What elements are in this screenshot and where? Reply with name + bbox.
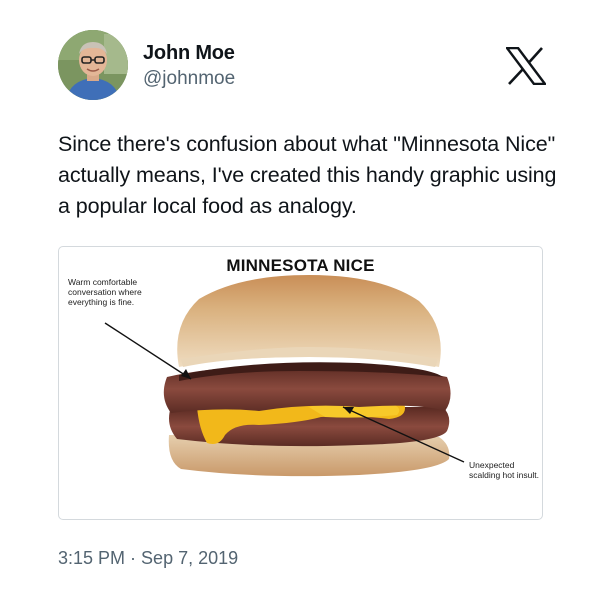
tweet-media-image[interactable]: MINNESOTA NICE Warm comfortable conversa… bbox=[58, 246, 543, 520]
x-logo-icon[interactable] bbox=[505, 46, 547, 86]
profile-photo bbox=[58, 30, 128, 100]
graphic-title: MINNESOTA NICE bbox=[226, 256, 375, 275]
tweet-time: 3:15 PM bbox=[58, 548, 126, 568]
timestamp[interactable]: 3:15 PM · Sep 7, 2019 bbox=[58, 547, 238, 569]
user-handle[interactable]: @johnmoe bbox=[143, 68, 235, 90]
tweet-text: Since there's confusion about what "Minn… bbox=[58, 132, 557, 218]
annotation-warm-conversation: Warm comfortable conversation where ever… bbox=[68, 277, 142, 307]
annotation-scalding-insult: Unexpected scalding hot insult. bbox=[469, 460, 539, 480]
separator-dot: · bbox=[130, 548, 137, 568]
avatar[interactable] bbox=[58, 30, 128, 100]
display-name[interactable]: John Moe bbox=[143, 42, 235, 64]
tweet-date: Sep 7, 2019 bbox=[141, 548, 239, 568]
